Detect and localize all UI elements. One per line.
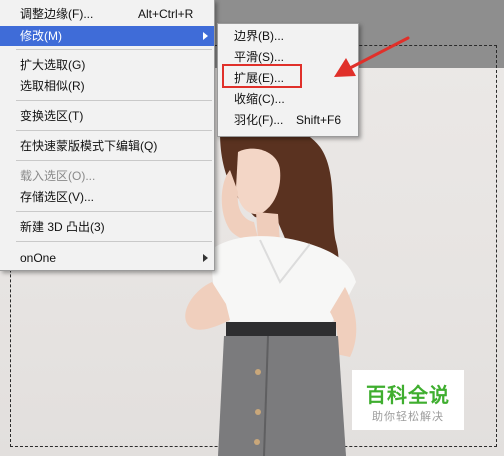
- watermark-title: 百科全说: [366, 385, 450, 407]
- watermark-subtitle: 助你轻松解决: [372, 411, 444, 423]
- watermark-badge: 百科全说 助你轻松解决: [352, 370, 464, 430]
